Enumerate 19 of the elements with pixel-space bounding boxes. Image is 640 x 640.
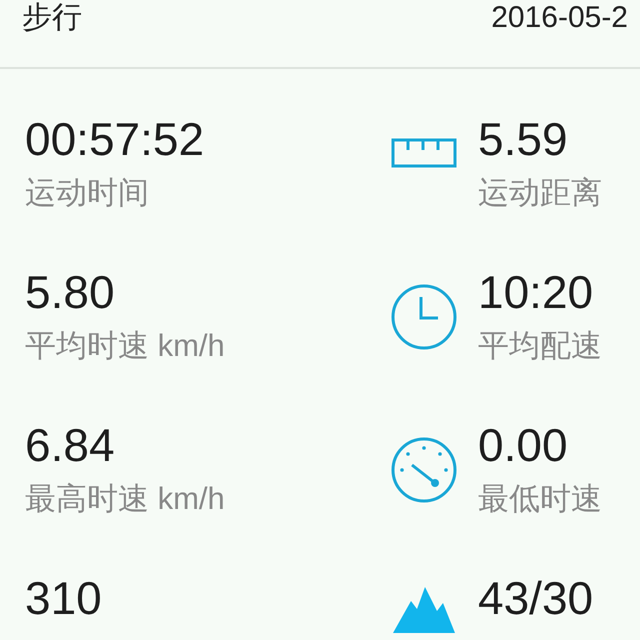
ruler-icon (391, 138, 457, 168)
activity-date: 2016-05-2 (491, 0, 628, 36)
stat-value: 310 (25, 571, 103, 626)
stat-value: 10:20 (478, 265, 594, 320)
stat-label: 运动时间 (25, 174, 150, 212)
stat-label: 平均配速 (478, 327, 603, 365)
stat-value: 43/30 (478, 571, 594, 626)
activity-title: 步行 (22, 0, 82, 36)
stat-label: 最高时速 km/h (25, 480, 226, 518)
stat-value: 5.80 (25, 265, 116, 320)
stat-label: 平均时速 km/h (25, 327, 226, 365)
stat-label: 最低时速 (478, 480, 603, 518)
gauge-icon (390, 436, 458, 504)
stat-value: 5.59 (478, 112, 569, 167)
clock-icon (390, 283, 458, 351)
stat-value: 00:57:52 (25, 112, 206, 167)
stat-value: 6.84 (25, 418, 116, 473)
stat-label: 运动距离 (478, 174, 603, 212)
stat-value: 0.00 (478, 418, 569, 473)
